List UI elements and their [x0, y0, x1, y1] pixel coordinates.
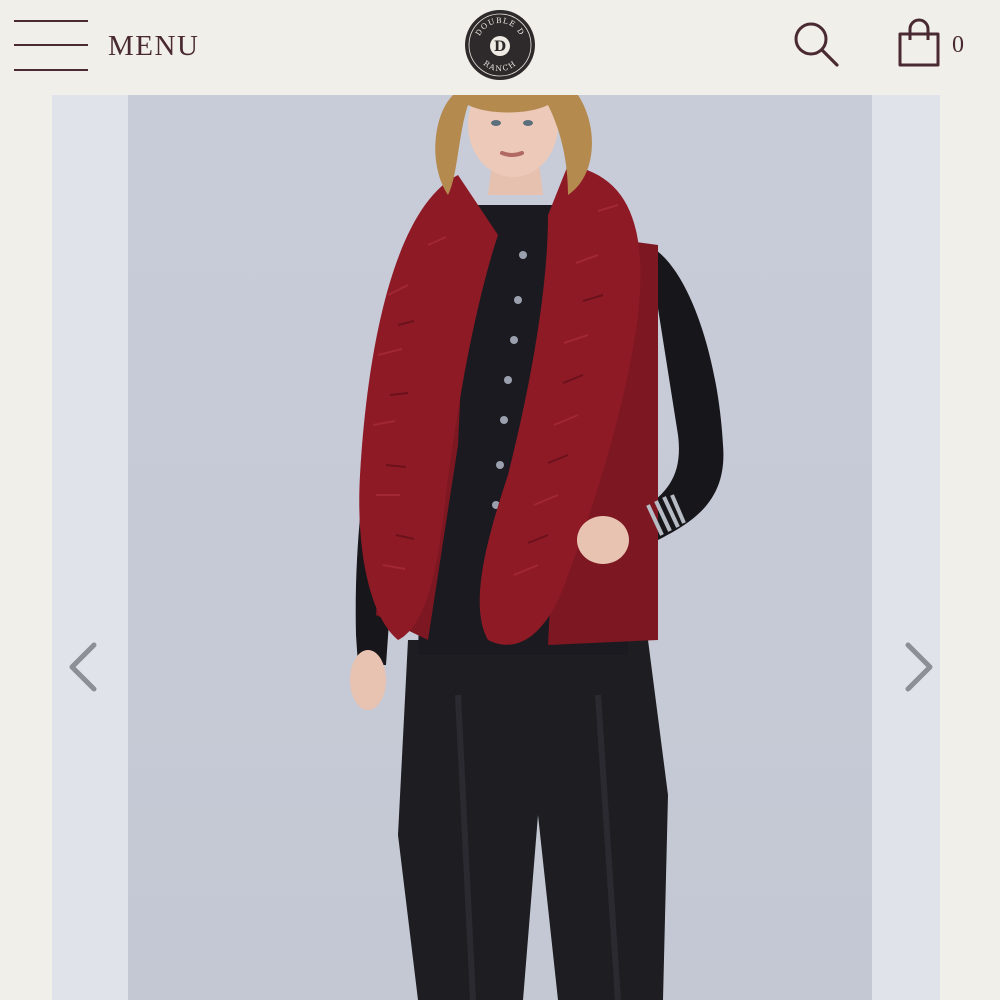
- shopping-bag-icon: [898, 18, 940, 67]
- cart-button[interactable]: 0: [896, 18, 976, 70]
- model-illustration: [350, 95, 724, 1000]
- search-icon: [794, 22, 839, 67]
- cart-count: 0: [952, 32, 964, 58]
- next-image-preview[interactable]: [872, 95, 940, 1000]
- menu-label: MENU: [108, 29, 200, 62]
- logo-seal: DOUBLE D RANCH D: [465, 10, 535, 80]
- site-header: MENU DOUBLE D RANCH D 0: [0, 0, 1000, 94]
- hamburger-icon: [14, 20, 88, 72]
- product-photo: [128, 95, 872, 1000]
- brand-logo[interactable]: DOUBLE D RANCH D: [464, 9, 536, 81]
- svg-text:D: D: [494, 39, 506, 55]
- chevron-right-icon: [905, 642, 933, 692]
- previous-image-preview[interactable]: [52, 95, 128, 1000]
- previous-image-button[interactable]: [64, 637, 104, 697]
- next-image-button[interactable]: [898, 637, 938, 697]
- search-button[interactable]: [792, 20, 840, 68]
- product-image-gallery[interactable]: [52, 95, 940, 1000]
- chevron-left-icon: [69, 642, 97, 692]
- menu-button[interactable]: MENU: [14, 18, 214, 74]
